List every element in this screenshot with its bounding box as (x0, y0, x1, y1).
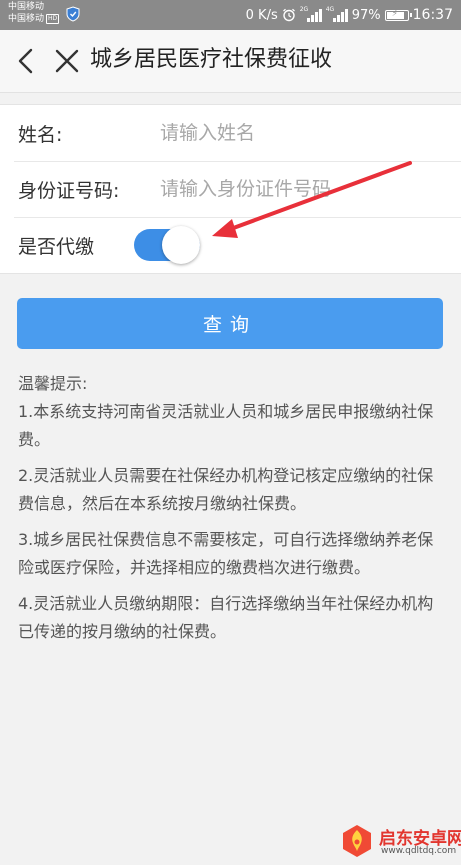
proxy-toggle[interactable] (134, 226, 200, 264)
nav-bar: 城乡居民医疗社保费征收 (0, 30, 461, 93)
chevron-left-icon (18, 48, 33, 74)
signal-1-icon: 2G (299, 6, 322, 22)
back-button[interactable] (10, 44, 44, 78)
close-icon (55, 49, 79, 73)
proxy-row: 是否代缴 (0, 217, 461, 273)
tip-item: 2.灵活就业人员需要在社保经办机构登记核定应缴纳的社保费信息，然后在本系统按月缴… (18, 466, 434, 513)
page-title: 城乡居民医疗社保费征收 (90, 47, 333, 72)
clock: 16:37 (412, 7, 453, 23)
name-input[interactable] (150, 113, 460, 153)
carrier-2: 中国移动 (8, 14, 45, 24)
id-label: 身份证号码: (18, 179, 120, 202)
proxy-label: 是否代缴 (18, 235, 95, 258)
signal-2-tag: 4G (325, 6, 335, 13)
tips-title: 温馨提示: (18, 374, 88, 393)
query-form: 姓名: 身份证号码: 是否代缴 (0, 104, 461, 274)
tips-list: 1.本系统支持河南省灵活就业人员和城乡居民申报缴纳社保费。 2.灵活就业人员需要… (18, 398, 446, 654)
toggle-knob (162, 226, 200, 264)
tip-item: 1.本系统支持河南省灵活就业人员和城乡居民申报缴纳社保费。 (18, 402, 434, 449)
net-speed: 0 K/s (245, 7, 278, 23)
signal-2-icon: 4G (325, 6, 348, 22)
alarm-icon (282, 8, 295, 22)
tip-item: 4.灵活就业人员缴纳期限：自行选择缴纳当年社保经办机构已传递的按月缴纳的社保费。 (18, 594, 434, 641)
hd-badge: HD (46, 14, 60, 24)
status-bar: 中国移动 中国移动 HD 0 K/s 2G 4G 97% ⚡ 16:37 (0, 0, 461, 30)
watermark-logo-icon (343, 825, 371, 857)
name-label: 姓名: (18, 123, 63, 146)
id-row: 身份证号码: (0, 161, 461, 217)
charging-icon: ⚡ (391, 8, 398, 19)
watermark: 启东安卓网 www.qdltdq.com (337, 819, 461, 863)
carrier-1: 中国移动 (8, 2, 45, 12)
query-button[interactable]: 查询 (17, 298, 443, 349)
close-button[interactable] (50, 44, 84, 78)
status-right: 0 K/s 2G 4G 97% ⚡ 16:37 (246, 0, 453, 30)
signal-1-tag: 2G (299, 6, 309, 13)
watermark-url: www.qdltdq.com (381, 846, 457, 856)
battery-percent: 97% (351, 7, 381, 23)
carrier-info: 中国移动 中国移动 HD (8, 1, 60, 25)
tip-item: 3.城乡居民社保费信息不需要核定，可自行选择缴纳养老保险或医疗保险，并选择相应的… (18, 530, 434, 577)
battery-icon: ⚡ (384, 8, 412, 21)
name-row: 姓名: (0, 105, 461, 161)
id-number-input[interactable] (150, 169, 460, 209)
shield-icon (66, 6, 80, 22)
